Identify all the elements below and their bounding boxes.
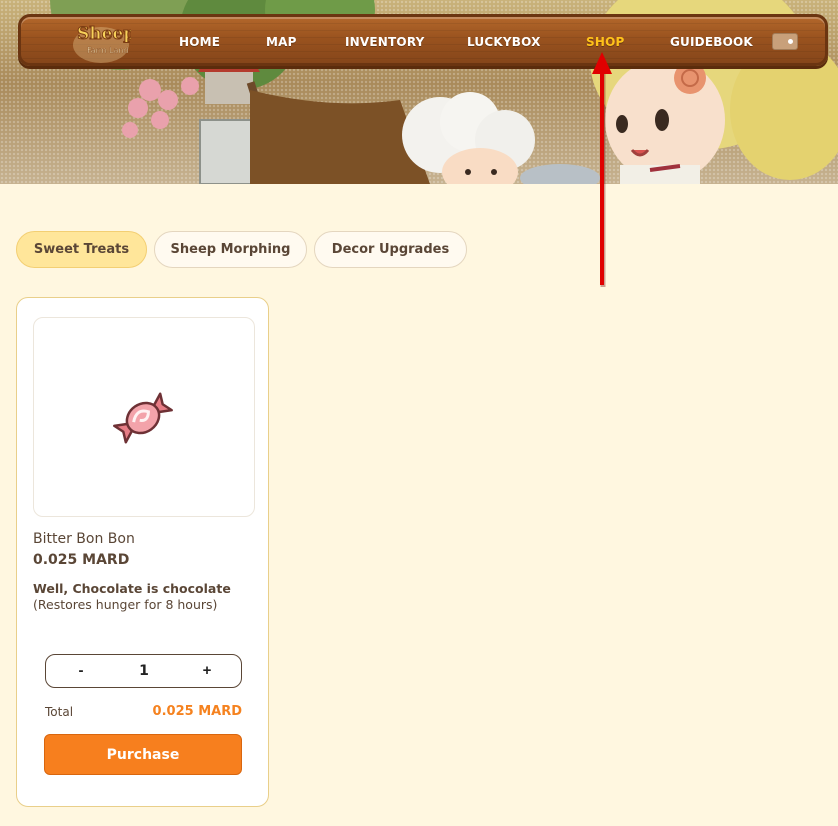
quantity-stepper: - +	[45, 654, 242, 688]
decrement-button[interactable]: -	[71, 661, 91, 681]
product-name: Bitter Bon Bon	[33, 531, 135, 547]
tab-decor-upgrades[interactable]: Decor Upgrades	[314, 231, 467, 268]
total-value: 0.025 MARD	[152, 704, 242, 719]
nav-inventory[interactable]: INVENTORY	[345, 35, 425, 49]
tab-sheep-morphing[interactable]: Sheep Morphing	[154, 231, 307, 268]
wallet-icon[interactable]	[772, 33, 798, 50]
product-price: 0.025 MARD	[33, 552, 130, 568]
product-effect: (Restores hunger for 8 hours)	[33, 597, 218, 612]
total-label: Total	[45, 705, 74, 719]
nav-shop[interactable]: SHOP	[586, 35, 624, 49]
product-card: Bitter Bon Bon 0.025 MARD Well, Chocolat…	[16, 297, 269, 807]
quantity-input[interactable]	[124, 661, 164, 681]
candy-icon	[113, 392, 173, 444]
svg-text:Farm Land: Farm Land	[87, 46, 129, 55]
nav-home[interactable]: HOME	[179, 35, 220, 49]
sheep-farm-logo[interactable]: Sheep Farm Land	[71, 17, 131, 65]
nav-map[interactable]: MAP	[266, 35, 297, 49]
annotation-arrow-icon	[592, 52, 612, 287]
tab-sweet-treats[interactable]: Sweet Treats	[16, 231, 147, 268]
nav-guidebook[interactable]: GUIDEBOOK	[670, 35, 753, 49]
product-image-frame	[33, 317, 255, 517]
main-nav: Sheep Farm Land HOME MAP INVENTORY LUCKY…	[18, 14, 828, 66]
purchase-button[interactable]: Purchase	[44, 734, 242, 775]
nav-luckybox[interactable]: LUCKYBOX	[467, 35, 541, 49]
product-description: Well, Chocolate is chocolate	[33, 581, 231, 596]
svg-text:Sheep: Sheep	[77, 24, 131, 44]
hero-banner: Sheep Farm Land HOME MAP INVENTORY LUCKY…	[0, 0, 838, 184]
increment-button[interactable]: +	[197, 661, 217, 681]
